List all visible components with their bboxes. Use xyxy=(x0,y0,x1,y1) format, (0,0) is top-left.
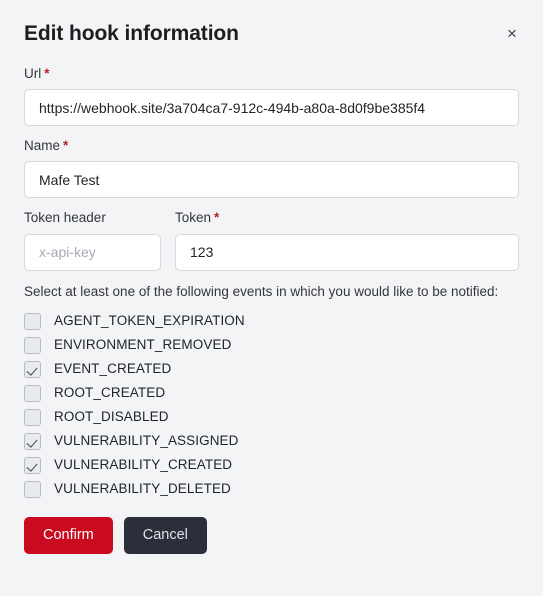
name-label: Name * xyxy=(24,138,519,154)
token-header-label-text: Token header xyxy=(24,210,106,226)
event-label[interactable]: EVENT_CREATED xyxy=(54,362,171,376)
list-item[interactable]: AGENT_TOKEN_EXPIRATION xyxy=(24,309,519,333)
event-label[interactable]: VULNERABILITY_DELETED xyxy=(54,482,231,496)
event-label[interactable]: AGENT_TOKEN_EXPIRATION xyxy=(54,314,245,328)
cancel-button[interactable]: Cancel xyxy=(123,517,207,555)
token-field-group: Token * xyxy=(175,210,519,271)
edit-hook-dialog: Edit hook information × Url* Name* Token… xyxy=(0,0,543,596)
name-required-mark: * xyxy=(63,138,69,154)
name-label-text: Name xyxy=(24,138,61,154)
confirm-button[interactable]: Confirm xyxy=(24,517,113,555)
checkbox-checked-icon[interactable] xyxy=(24,456,41,474)
dialog-header: Edit hook information × xyxy=(0,0,543,66)
token-header-input[interactable] xyxy=(24,233,161,271)
event-label[interactable]: ROOT_CREATED xyxy=(54,386,165,400)
url-field-group: Url * xyxy=(24,66,519,127)
url-label: Url * xyxy=(24,66,519,82)
event-label[interactable]: VULNERABILITY_CREATED xyxy=(54,458,232,472)
checkbox-unchecked-icon[interactable] xyxy=(24,384,41,402)
token-required-mark: * xyxy=(214,210,220,226)
name-field-group: Name * xyxy=(24,138,519,199)
list-item[interactable]: EVENT_CREATED xyxy=(24,357,519,381)
list-item[interactable]: ENVIRONMENT_REMOVED xyxy=(24,333,519,357)
list-item[interactable]: ROOT_CREATED xyxy=(24,381,519,405)
list-item[interactable]: VULNERABILITY_CREATED xyxy=(24,453,519,477)
token-label: Token * xyxy=(175,210,519,226)
name-input[interactable] xyxy=(24,161,519,199)
checkbox-unchecked-icon[interactable] xyxy=(24,408,41,426)
token-row: Token header Token* xyxy=(24,210,519,271)
event-label[interactable]: ROOT_DISABLED xyxy=(54,410,169,424)
checkbox-unchecked-icon[interactable] xyxy=(24,336,41,354)
page-title: Edit hook information xyxy=(24,21,239,45)
list-item[interactable]: VULNERABILITY_ASSIGNED xyxy=(24,429,519,453)
token-label-text: Token xyxy=(175,210,212,226)
token-header-field-group: Token header xyxy=(24,210,161,271)
events-instruction: Select at least one of the following eve… xyxy=(24,283,499,299)
url-input[interactable] xyxy=(24,89,519,127)
url-required-mark: * xyxy=(44,66,50,81)
checkbox-unchecked-icon[interactable] xyxy=(24,312,41,330)
token-header-label: Token header xyxy=(24,210,161,226)
url-label-text: Url xyxy=(24,66,42,81)
checkbox-unchecked-icon[interactable] xyxy=(24,480,41,498)
checkbox-checked-icon[interactable] xyxy=(24,432,41,450)
event-label[interactable]: VULNERABILITY_ASSIGNED xyxy=(54,434,239,448)
events-checkbox-list: AGENT_TOKEN_EXPIRATION ENVIRONMENT_REMOVE… xyxy=(24,309,519,501)
list-item[interactable]: VULNERABILITY_DELETED xyxy=(24,477,519,501)
dialog-footer: Confirm Cancel xyxy=(0,501,543,555)
token-input[interactable] xyxy=(175,233,519,271)
list-item[interactable]: ROOT_DISABLED xyxy=(24,405,519,429)
event-label[interactable]: ENVIRONMENT_REMOVED xyxy=(54,338,231,352)
dialog-body: Url* Name* Token header Token* Select at… xyxy=(0,66,543,501)
close-icon[interactable]: × xyxy=(499,20,525,46)
checkbox-checked-icon[interactable] xyxy=(24,360,41,378)
